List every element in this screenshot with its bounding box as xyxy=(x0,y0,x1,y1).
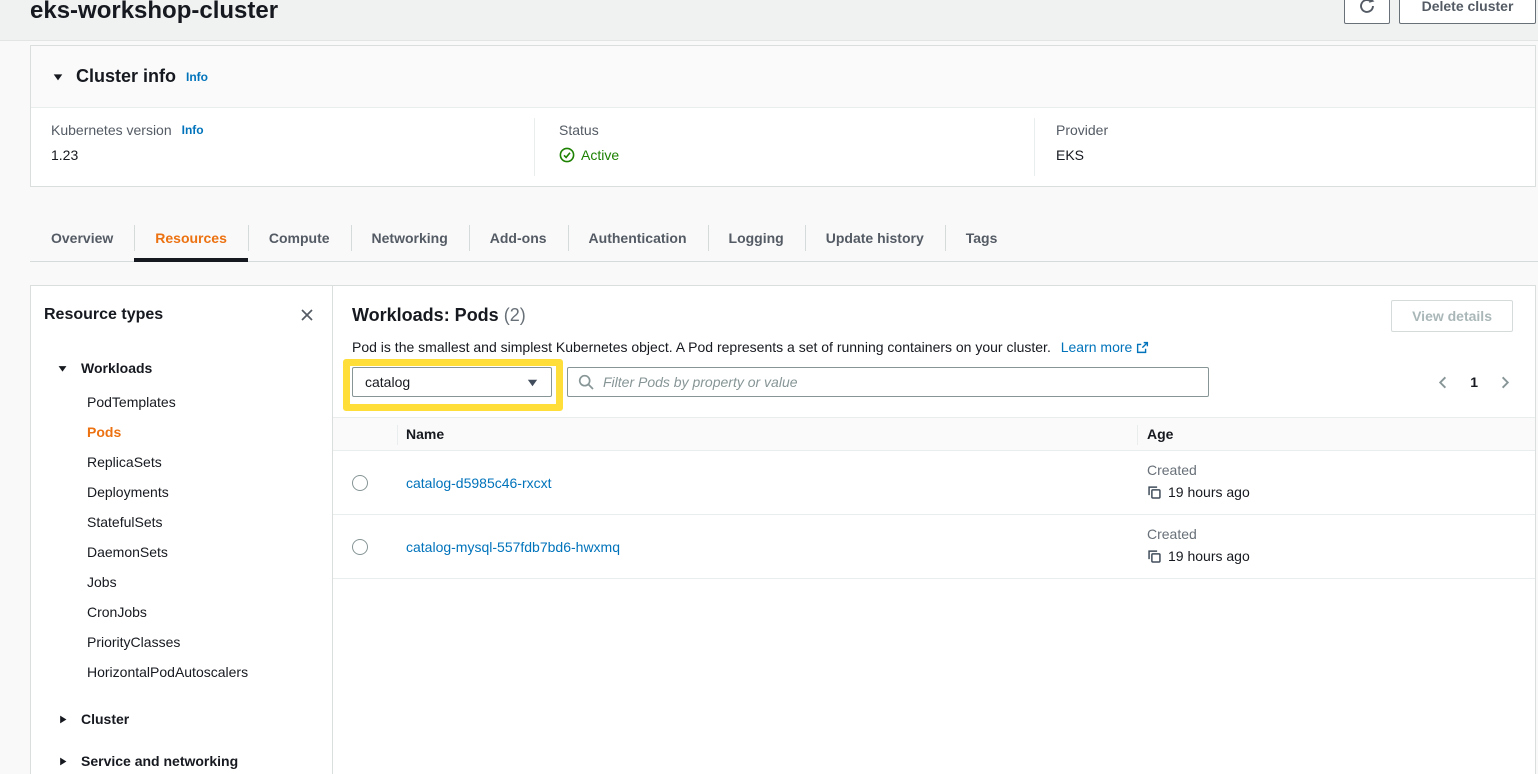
dropdown-value: catalog xyxy=(365,374,410,390)
table-row: catalog-mysql-557fdb7bd6-hwxmq Created 1… xyxy=(333,515,1535,579)
age-cell: Created 19 hours ago xyxy=(1147,526,1250,564)
tree-group-cluster[interactable]: Cluster xyxy=(43,709,320,729)
kubernetes-version-info-link[interactable]: Info xyxy=(182,123,204,137)
column-header-age[interactable]: Age xyxy=(1147,426,1173,442)
cluster-info-title: Cluster info xyxy=(76,66,176,87)
row-radio-button[interactable] xyxy=(352,539,368,555)
status-value: Active xyxy=(559,147,619,163)
kubernetes-version-field: Kubernetes version Info 1.23 xyxy=(51,122,204,163)
row-radio-button[interactable] xyxy=(352,475,368,491)
column-divider xyxy=(397,425,398,445)
caret-down-icon xyxy=(57,363,68,374)
column-divider xyxy=(1137,425,1138,445)
column-header-name[interactable]: Name xyxy=(406,426,444,442)
view-details-button[interactable]: View details xyxy=(1391,300,1513,332)
resource-types-sidebar: Resource types Workloads PodTemplates Po… xyxy=(31,286,333,774)
field-divider xyxy=(1034,118,1035,176)
resource-types-tree: Workloads PodTemplates Pods ReplicaSets … xyxy=(43,358,320,771)
sidebar-item-cronjobs[interactable]: CronJobs xyxy=(87,597,320,627)
pods-count: (2) xyxy=(504,305,526,325)
cluster-tabs: Overview Resources Compute Networking Ad… xyxy=(30,215,1538,262)
page-title: eks-workshop-cluster xyxy=(30,0,278,27)
sidebar-item-jobs[interactable]: Jobs xyxy=(87,567,320,597)
sidebar-item-horizontalpodautoscalers[interactable]: HorizontalPodAutoscalers xyxy=(87,657,320,687)
pods-filter-searchbox[interactable] xyxy=(567,367,1209,397)
pods-description: Pod is the smallest and simplest Kuberne… xyxy=(352,339,1149,355)
tab-authentication[interactable]: Authentication xyxy=(568,215,708,261)
page-header: eks-workshop-cluster Delete cluster xyxy=(0,0,1538,41)
chevron-down-icon xyxy=(526,376,539,389)
tab-overview[interactable]: Overview xyxy=(30,215,134,261)
cluster-info-card: Cluster info Info Kubernetes version Inf… xyxy=(30,45,1536,187)
copy-icon[interactable] xyxy=(1147,485,1162,500)
caret-down-icon xyxy=(52,71,64,83)
pagination: 1 xyxy=(1436,367,1512,397)
cluster-info-info-link[interactable]: Info xyxy=(186,70,208,84)
tree-group-service-and-networking[interactable]: Service and networking xyxy=(43,751,320,771)
close-icon[interactable] xyxy=(299,307,315,323)
sidebar-item-replicasets[interactable]: ReplicaSets xyxy=(87,447,320,477)
pod-name-link[interactable]: catalog-mysql-557fdb7bd6-hwxmq xyxy=(406,539,620,555)
tab-add-ons[interactable]: Add-ons xyxy=(469,215,568,261)
copy-icon[interactable] xyxy=(1147,549,1162,564)
sidebar-item-daemonsets[interactable]: DaemonSets xyxy=(87,537,320,567)
status-field: Status Active xyxy=(559,122,619,163)
kubernetes-version-value: 1.23 xyxy=(51,147,204,163)
learn-more-link[interactable]: Learn more xyxy=(1061,339,1150,355)
external-link-icon xyxy=(1136,341,1149,354)
tab-logging[interactable]: Logging xyxy=(708,215,805,261)
sidebar-item-deployments[interactable]: Deployments xyxy=(87,477,320,507)
provider-field: Provider EKS xyxy=(1056,122,1108,163)
tab-resources[interactable]: Resources xyxy=(134,215,248,261)
age-cell: Created 19 hours ago xyxy=(1147,462,1250,500)
tab-update-history[interactable]: Update history xyxy=(805,215,945,261)
resources-panel: Resource types Workloads PodTemplates Po… xyxy=(30,285,1536,774)
cluster-info-body: Kubernetes version Info 1.23 Status Acti… xyxy=(31,108,1535,186)
tab-networking[interactable]: Networking xyxy=(351,215,469,261)
pods-list-panel: Workloads: Pods (2) View details Pod is … xyxy=(333,286,1535,774)
provider-label: Provider xyxy=(1056,122,1108,138)
kubernetes-version-label: Kubernetes version Info xyxy=(51,122,204,138)
table-row: catalog-d5985c46-rxcxt Created 19 hours … xyxy=(333,451,1535,515)
status-check-icon xyxy=(559,147,575,163)
sidebar-item-priorityclasses[interactable]: PriorityClasses xyxy=(87,627,320,657)
sidebar-item-podtemplates[interactable]: PodTemplates xyxy=(87,387,320,417)
namespace-filter-dropdown[interactable]: catalog xyxy=(352,367,552,397)
status-badge: Active xyxy=(581,147,619,163)
pod-name-link[interactable]: catalog-d5985c46-rxcxt xyxy=(406,475,552,491)
sidebar-item-pods[interactable]: Pods xyxy=(87,417,320,447)
search-input[interactable] xyxy=(603,374,1198,390)
pods-table-header: Name Age xyxy=(333,417,1535,451)
delete-cluster-button[interactable]: Delete cluster xyxy=(1399,0,1536,24)
provider-value: EKS xyxy=(1056,147,1108,163)
next-page-icon[interactable] xyxy=(1497,375,1512,390)
previous-page-icon[interactable] xyxy=(1436,375,1451,390)
tab-compute[interactable]: Compute xyxy=(248,215,351,261)
caret-right-icon xyxy=(57,714,68,725)
refresh-button[interactable] xyxy=(1344,0,1390,24)
caret-right-icon xyxy=(57,756,68,767)
cluster-info-header[interactable]: Cluster info Info xyxy=(31,46,1535,108)
tree-group-workloads[interactable]: Workloads xyxy=(43,358,320,378)
current-page-number[interactable]: 1 xyxy=(1470,374,1478,390)
tab-tags[interactable]: Tags xyxy=(945,215,1019,261)
pods-panel-title: Workloads: Pods (2) xyxy=(352,305,526,326)
sidebar-item-statefulsets[interactable]: StatefulSets xyxy=(87,507,320,537)
status-label: Status xyxy=(559,122,619,138)
search-icon xyxy=(578,374,594,390)
refresh-icon xyxy=(1358,0,1376,15)
field-divider xyxy=(534,118,535,176)
resource-types-title: Resource types xyxy=(44,306,163,324)
